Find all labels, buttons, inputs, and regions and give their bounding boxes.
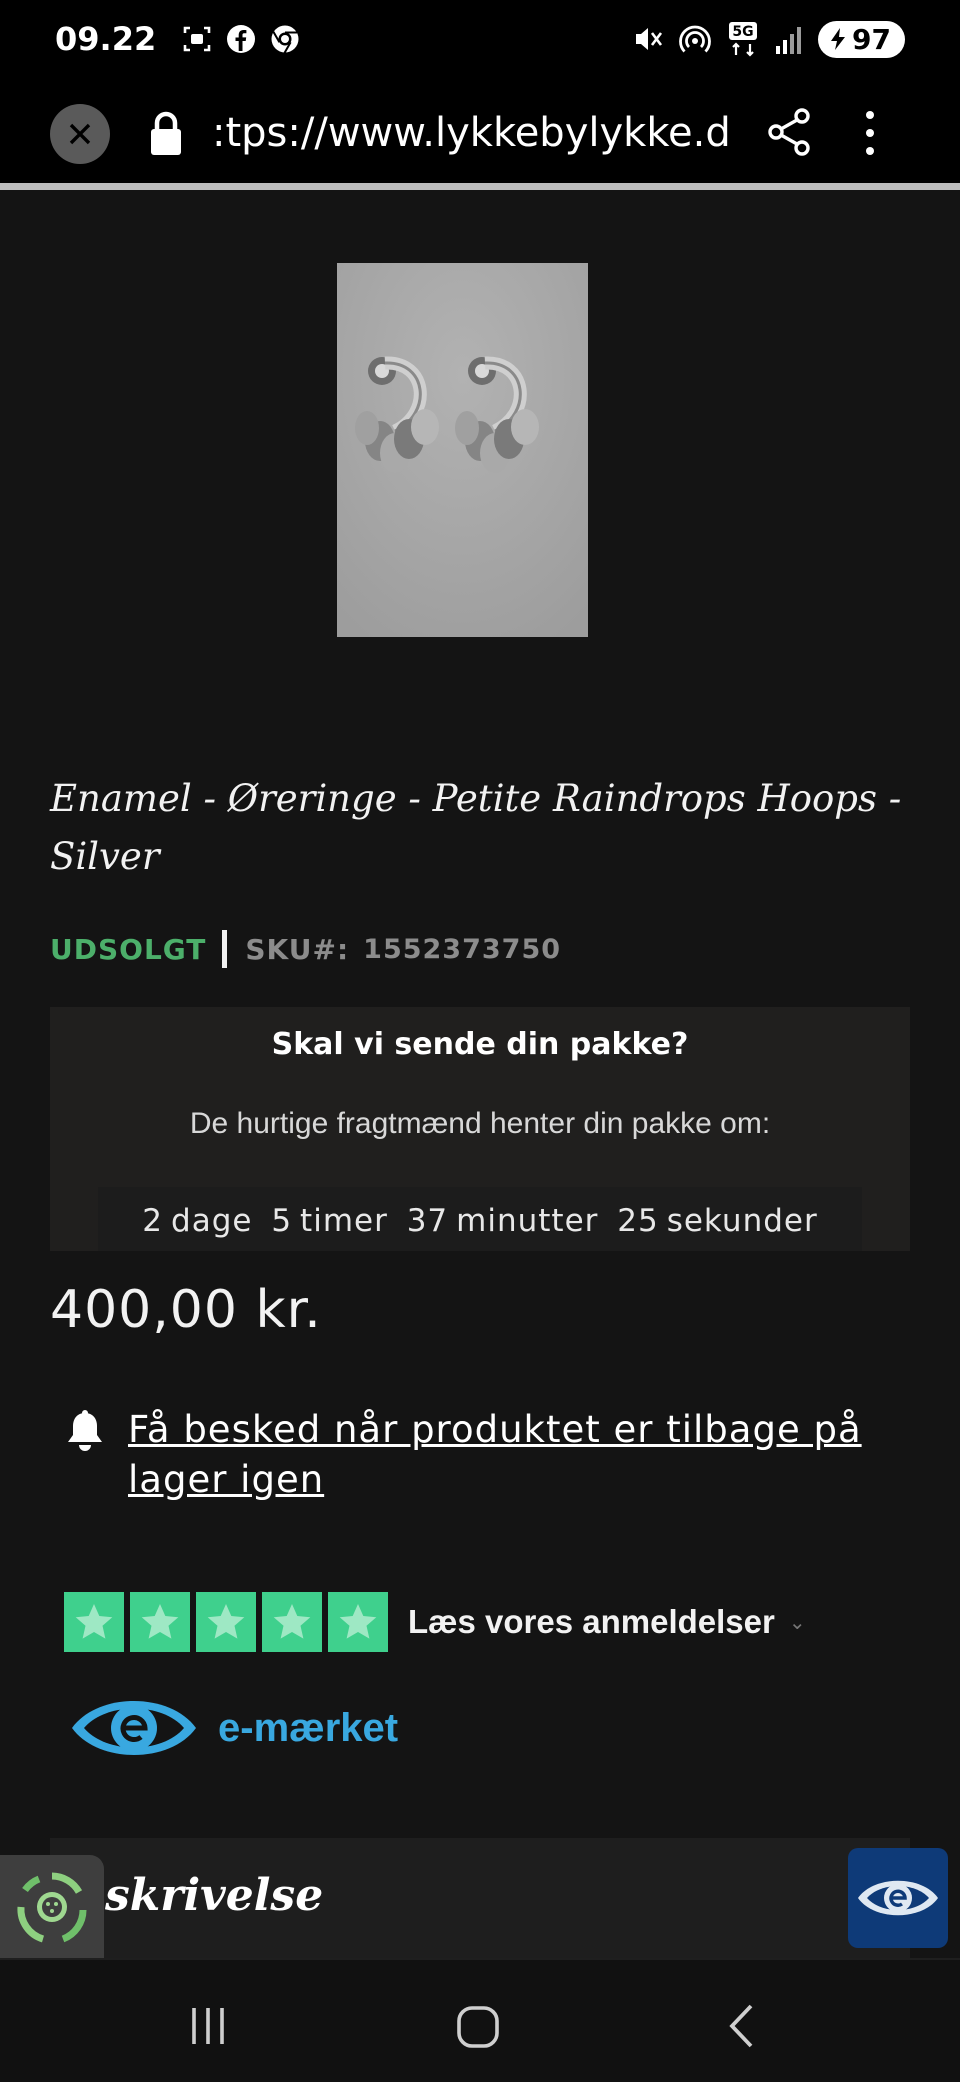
more-vert-icon[interactable] <box>862 108 878 158</box>
back-icon[interactable] <box>726 2002 756 2050</box>
shipping-title: Skal vi sende din pakke? <box>271 1027 689 1062</box>
emaerket-label: e-mærket <box>218 1705 399 1750</box>
eye-logo-icon <box>858 1880 938 1916</box>
sku-label: SKU#: <box>245 932 350 966</box>
countdown-hours-value: 5 <box>271 1203 293 1239</box>
shipping-countdown-box: Skal vi sende din pakke? De hurtige frag… <box>50 1007 910 1251</box>
status-bar-right: 5G 97 <box>630 20 905 58</box>
battery-indicator: 97 <box>818 20 905 58</box>
status-bar: 09.22 5G 97 <box>0 0 960 78</box>
lock-icon[interactable] <box>146 108 186 158</box>
star-5 <box>328 1592 388 1652</box>
star-1 <box>64 1592 124 1652</box>
signal-icon <box>776 27 802 54</box>
sku-value: 1552373750 <box>363 933 562 965</box>
star-2 <box>130 1592 190 1652</box>
recycle-plug-icon <box>17 1872 87 1942</box>
eco-widget-button[interactable] <box>0 1855 104 1958</box>
countdown-days-label: dage <box>171 1203 253 1239</box>
product-title: Enamel - Øreringe - Petite Raindrops Hoo… <box>50 777 902 878</box>
network-5g-icon: 5G <box>729 22 758 57</box>
status-bar-left: 09.22 <box>55 20 300 58</box>
bolt-icon <box>831 28 846 50</box>
countdown-timer: 2 dage 5 timer 37 minutter 25 sekunder <box>98 1187 862 1251</box>
chevron-down-icon: ⌄ <box>788 1611 806 1634</box>
bell-icon <box>68 1410 102 1451</box>
shipping-subtitle: De hurtige fragtmænd henter din pakke om… <box>189 1107 771 1140</box>
recents-icon[interactable] <box>186 2004 230 2048</box>
emaerket-badge-button[interactable] <box>848 1848 948 1948</box>
countdown-days-value: 2 <box>142 1203 164 1239</box>
emaerket-eye-icon <box>72 1701 196 1755</box>
countdown-seconds-value: 25 <box>617 1203 659 1239</box>
star-icon <box>75 1604 113 1639</box>
status-time: 09.22 <box>55 20 157 58</box>
emaerket-logo[interactable]: e-mærket <box>68 1688 398 1768</box>
browser-toolbar: :tps://www.lykkebylykke.dk/e <box>0 78 960 190</box>
stock-status: UDSOLGT <box>50 932 207 966</box>
notify-link[interactable]: Få besked når produktet er tilbage på la… <box>128 1405 888 1505</box>
chrome-icon <box>271 25 299 54</box>
close-icon <box>69 123 91 145</box>
hotspot-icon <box>679 25 711 53</box>
earrings-image <box>337 263 588 637</box>
countdown-hours-label: timer <box>300 1203 388 1239</box>
network-label: 5G <box>732 24 753 40</box>
home-icon[interactable] <box>455 2004 501 2050</box>
star-icon <box>207 1604 245 1639</box>
star-icon <box>273 1604 311 1639</box>
countdown-minutes-value: 37 <box>406 1203 449 1239</box>
url-field[interactable]: :tps://www.lykkebylykke.dk/e <box>212 106 732 160</box>
share-icon[interactable] <box>766 106 814 158</box>
system-nav-bar <box>0 1958 960 2082</box>
trustpilot-label[interactable]: Læs vores anmeldelser <box>408 1603 775 1641</box>
description-title[interactable]: skrivelse <box>105 1870 323 1921</box>
star-4 <box>262 1592 322 1652</box>
stock-sku-row: UDSOLGT SKU#: 1552373750 <box>50 930 561 968</box>
trustpilot-widget[interactable]: Læs vores anmeldelser ⌄ <box>64 1592 806 1652</box>
star-icon <box>339 1604 377 1639</box>
battery-level: 97 <box>852 22 891 56</box>
countdown-seconds-label: sekunder <box>666 1203 818 1239</box>
mute-icon <box>636 28 663 50</box>
facebook-icon <box>227 25 256 53</box>
countdown-minutes-label: minutter <box>456 1203 599 1239</box>
product-price: 400,00 kr. <box>50 1280 322 1340</box>
product-image[interactable] <box>337 263 588 637</box>
notify-back-in-stock: Få besked når produktet er tilbage på la… <box>64 1405 888 1505</box>
star-icon <box>141 1604 179 1639</box>
separator <box>222 930 228 968</box>
screenshot-icon <box>183 26 211 52</box>
close-tab-button[interactable] <box>50 104 110 164</box>
star-3 <box>196 1592 256 1652</box>
